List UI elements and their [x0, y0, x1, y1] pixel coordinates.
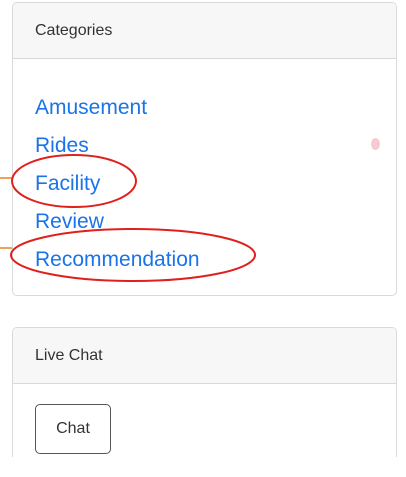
decorative-dot: [371, 138, 380, 150]
categories-card: Categories Amusement Rides Facility Revi…: [12, 2, 397, 296]
category-link-facility[interactable]: Facility: [35, 165, 100, 203]
categories-header: Categories: [13, 3, 396, 59]
category-link-recommendation[interactable]: Recommendation: [35, 241, 200, 279]
live-chat-header: Live Chat: [13, 328, 396, 384]
chat-button[interactable]: Chat: [35, 404, 111, 454]
category-link-amusement[interactable]: Amusement: [35, 89, 147, 127]
live-chat-body: Chat: [13, 384, 396, 454]
categories-list: Amusement Rides Facility Review Recommen…: [13, 59, 396, 279]
category-link-rides[interactable]: Rides: [35, 127, 89, 165]
page: Categories Amusement Rides Facility Revi…: [0, 0, 406, 477]
live-chat-card: Live Chat Chat: [12, 327, 397, 457]
category-link-review[interactable]: Review: [35, 203, 104, 241]
